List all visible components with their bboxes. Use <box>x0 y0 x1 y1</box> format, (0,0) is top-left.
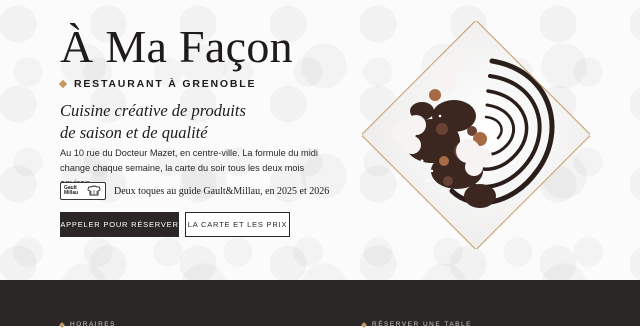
reserve-heading: RÉSERVER UNE TABLE <box>361 321 472 328</box>
hero-section: À Ma Façon RESTAURANT À GRENOBLE Cuisine… <box>0 0 640 280</box>
description-line: Au 10 rue du Docteur Mazet, en centre-vi… <box>60 148 318 158</box>
tagline: Cuisine créative de produits de saison e… <box>60 100 320 144</box>
award-row: Gault Millau Deux toques au guide Gault&… <box>60 182 329 200</box>
tagline-line: de saison et de qualité <box>60 123 208 142</box>
award-text: Deux toques au guide Gault&Millau, en 20… <box>114 185 330 197</box>
dessert-photo <box>360 19 592 251</box>
tagline-line: Cuisine créative de produits <box>60 101 246 120</box>
footer: HORAIRES RÉSERVER UNE TABLE <box>0 280 640 328</box>
reserve-label: RÉSERVER UNE TABLE <box>372 321 472 328</box>
subtitle-text: RESTAURANT À GRENOBLE <box>74 78 257 90</box>
logo-text: Millau <box>64 190 79 196</box>
restaurant-subtitle: RESTAURANT À GRENOBLE <box>58 78 257 90</box>
restaurant-title: À Ma Façon <box>60 21 293 72</box>
dessert-image <box>360 19 592 251</box>
diamond-icon <box>58 79 68 89</box>
call-to-reserve-button[interactable]: APPELER POUR RÉSERVER <box>60 212 179 237</box>
diamond-icon <box>59 321 65 328</box>
toque-icon <box>87 185 101 196</box>
menu-and-prices-button[interactable]: LA CARTE ET LES PRIX <box>185 212 290 237</box>
gault-millau-logo: Gault Millau <box>60 182 106 200</box>
diamond-icon <box>361 321 367 328</box>
hours-label: HORAIRES <box>70 321 116 328</box>
hours-heading: HORAIRES <box>59 321 116 328</box>
